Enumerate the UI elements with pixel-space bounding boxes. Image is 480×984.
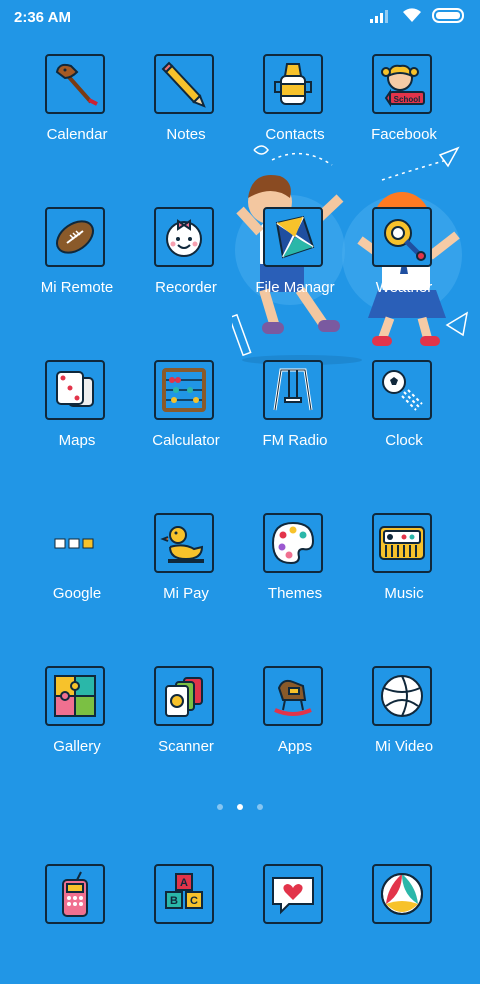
status-icons	[370, 8, 466, 23]
dock-item[interactable]: ABC	[131, 864, 241, 984]
app-label: Mi Video	[374, 738, 434, 755]
app-google[interactable]: Google	[22, 513, 132, 633]
baby-face-icon	[154, 207, 214, 267]
toy-piano-icon	[372, 513, 432, 573]
app-calculator[interactable]: Calculator	[131, 360, 241, 480]
app-music[interactable]: Music	[349, 513, 459, 633]
app-themes[interactable]: Themes	[240, 513, 350, 633]
rocking-horse-icon	[263, 666, 323, 726]
status-bar: 2:36 AM	[0, 0, 480, 34]
dock-item[interactable]	[22, 864, 132, 984]
app-calendar[interactable]: Calendar	[22, 54, 132, 174]
google-folder-icon	[45, 513, 105, 573]
beach-ball-icon	[372, 864, 432, 924]
rubber-duck-icon	[154, 513, 214, 573]
dock-item[interactable]	[240, 864, 350, 984]
page-dot[interactable]	[217, 804, 223, 810]
svg-text:B: B	[170, 895, 178, 907]
app-label: Music	[384, 585, 424, 602]
app-maps[interactable]: Maps	[22, 360, 132, 480]
school-sign-text: School	[394, 95, 421, 104]
abacus-icon	[154, 360, 214, 420]
puzzle-icon	[45, 666, 105, 726]
toy-phone-icon	[45, 864, 105, 924]
sippy-cup-icon	[263, 54, 323, 114]
app-notes[interactable]: Notes	[131, 54, 241, 174]
app-mi-remote[interactable]: Mi Remote	[22, 207, 132, 327]
battery-icon	[432, 8, 464, 23]
swing-icon	[263, 360, 323, 420]
football-icon	[45, 207, 105, 267]
kite-icon	[263, 207, 323, 267]
hobby-horse-icon	[45, 54, 105, 114]
svg-text:A: A	[180, 877, 188, 889]
abc-blocks-icon: ABC	[154, 864, 214, 924]
app-scanner[interactable]: Scanner	[131, 666, 241, 786]
app-label: Weather	[375, 279, 433, 296]
app-facebook[interactable]: School Facebook	[349, 54, 459, 174]
signal-icon	[370, 9, 388, 23]
cards-icon	[154, 666, 214, 726]
app-contacts[interactable]: Contacts	[240, 54, 350, 174]
app-mi-pay[interactable]: Mi Pay	[131, 513, 241, 633]
page-dot-active[interactable]	[237, 804, 243, 810]
pencil-icon	[154, 54, 214, 114]
soccer-ball-icon	[372, 360, 432, 420]
palette-icon	[263, 513, 323, 573]
page-indicator	[0, 804, 480, 810]
status-time: 2:36 AM	[14, 9, 71, 26]
app-file-managr[interactable]: File Managr	[240, 207, 350, 327]
dice-icon	[45, 360, 105, 420]
heart-message-icon	[263, 864, 323, 924]
app-label: Clock	[385, 432, 423, 449]
app-recorder[interactable]: Recorder	[131, 207, 241, 327]
app-apps[interactable]: Apps	[240, 666, 350, 786]
page-dot[interactable]	[257, 804, 263, 810]
app-weather[interactable]: Weather	[349, 207, 459, 327]
app-fm-radio[interactable]: FM Radio	[240, 360, 350, 480]
app-label: Facebook	[371, 126, 437, 143]
dock-item[interactable]	[349, 864, 459, 984]
school-girl-icon: School	[372, 54, 432, 114]
wifi-icon	[403, 8, 421, 22]
app-gallery[interactable]: Gallery	[22, 666, 132, 786]
svg-text:C: C	[190, 895, 198, 907]
rattle-icon	[372, 207, 432, 267]
volleyball-icon	[372, 666, 432, 726]
app-clock[interactable]: Clock	[349, 360, 459, 480]
app-mi-video[interactable]: Mi Video	[349, 666, 459, 786]
